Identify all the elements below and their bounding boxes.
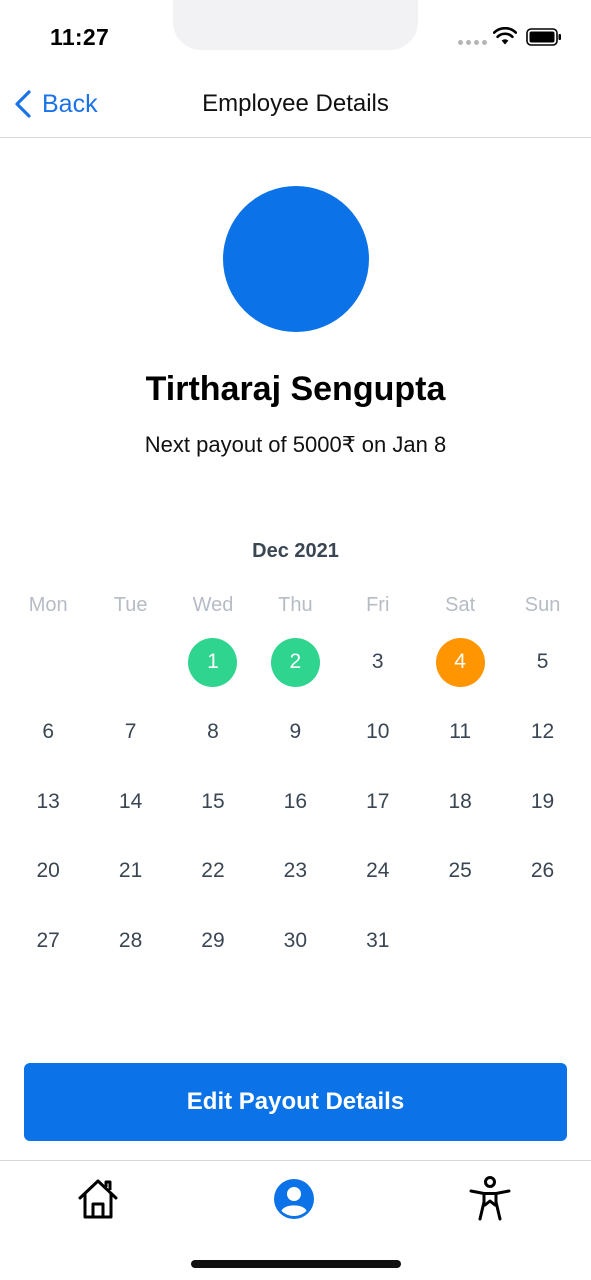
- edit-payout-details-button[interactable]: Edit Payout Details: [24, 1063, 567, 1141]
- calendar-day[interactable]: 21: [89, 845, 171, 897]
- calendar-day[interactable]: 10: [337, 706, 419, 758]
- weekday-label: Tue: [113, 594, 148, 616]
- calendar-day[interactable]: 20: [7, 845, 89, 897]
- weekday-label: Thu: [278, 594, 313, 616]
- calendar-day-number: 8: [207, 719, 219, 743]
- calendar-day-number: 19: [530, 789, 555, 813]
- calendar-day-number: 30: [283, 929, 308, 953]
- calendar-day-number: 10: [366, 719, 390, 743]
- calendar-day-number: 16: [283, 789, 308, 813]
- calendar-day[interactable]: 7: [89, 706, 171, 758]
- calendar-day-number: 7: [124, 719, 137, 743]
- accessibility-icon: [469, 1176, 511, 1221]
- tab-accessibility[interactable]: [466, 1175, 514, 1223]
- weekday-label: Sat: [445, 594, 476, 616]
- calendar-day-number: 3: [371, 650, 384, 673]
- calendar-day-number: 2: [270, 637, 320, 687]
- nav-bar: Back Employee Details: [0, 70, 591, 138]
- calendar-day-number: 26: [530, 859, 555, 883]
- calendar-day-number: 4: [435, 637, 485, 687]
- calendar-day-number: 14: [118, 789, 143, 813]
- home-icon: [78, 1179, 118, 1219]
- calendar-day-number: 29: [201, 929, 225, 953]
- calendar-day-number: 23: [283, 859, 308, 883]
- status-time: 11:27: [50, 24, 110, 50]
- calendar-day-number: 6: [42, 719, 55, 743]
- calendar-weekday-header: Mon Tue Wed Thu Fri Sat Sun: [7, 594, 584, 617]
- calendar-day[interactable]: 6: [7, 706, 89, 758]
- calendar-day[interactable]: 28: [89, 915, 171, 967]
- calendar-day-number: 27: [36, 929, 60, 953]
- calendar-day[interactable]: 4: [419, 636, 501, 688]
- notch: [173, 0, 418, 50]
- weekday-label: Mon: [28, 594, 68, 616]
- calendar-day[interactable]: 15: [172, 776, 254, 828]
- calendar-day-number: 13: [36, 789, 60, 813]
- battery-icon: [526, 28, 561, 46]
- next-payout-text: Next payout of 5000₹ on Jan 8: [144, 432, 447, 457]
- phone-screen: 11:27 Back Employee Details Tirtharaj Se…: [0, 0, 591, 1280]
- calendar-day[interactable]: 26: [501, 845, 583, 897]
- avatar: [223, 186, 369, 332]
- tab-profile[interactable]: [270, 1175, 318, 1223]
- calendar-day[interactable]: 31: [337, 915, 419, 967]
- calendar-day[interactable]: 27: [7, 915, 89, 967]
- calendar-day-number: 25: [448, 859, 472, 883]
- calendar-day[interactable]: 12: [501, 706, 583, 758]
- tab-home[interactable]: [74, 1175, 122, 1223]
- calendar-day[interactable]: 22: [172, 845, 254, 897]
- profile-icon: [274, 1179, 314, 1219]
- calendar-day[interactable]: 8: [172, 706, 254, 758]
- calendar-day-number: 12: [530, 719, 555, 743]
- calendar-day-number: 17: [366, 789, 390, 813]
- calendar-day[interactable]: 9: [254, 706, 336, 758]
- calendar-day[interactable]: 25: [419, 845, 501, 897]
- calendar-day-number: 15: [201, 789, 225, 813]
- calendar-day-number: 11: [449, 719, 472, 743]
- calendar-month-label: Dec 2021: [252, 540, 339, 562]
- calendar-day-number: 1: [188, 637, 238, 687]
- calendar-day[interactable]: 23: [254, 845, 336, 897]
- calendar-day[interactable]: 19: [501, 776, 583, 828]
- signal-icon: [458, 40, 487, 45]
- calendar-day-number: 18: [448, 789, 472, 813]
- calendar-day[interactable]: 24: [337, 845, 419, 897]
- calendar-day[interactable]: 17: [337, 776, 419, 828]
- calendar-day[interactable]: 5: [501, 636, 583, 688]
- calendar-day[interactable]: 11: [419, 706, 501, 758]
- home-indicator: [191, 1260, 401, 1268]
- calendar-day-number: 31: [366, 929, 390, 953]
- calendar-day-number: 22: [201, 859, 225, 883]
- status-bar: 11:27: [0, 0, 591, 70]
- wifi-icon: [493, 27, 517, 45]
- calendar-blank-cell: [7, 636, 89, 688]
- weekday-label: Sun: [524, 594, 561, 616]
- calendar-day-number: 24: [366, 859, 390, 883]
- employee-name: Tirtharaj Sengupta: [145, 370, 446, 408]
- calendar-grid: 1 2 3 4 5 6 7 8 9 10 11 12 13 14 15 16 17 18 19 20 21 22 23 24 2…: [7, 636, 584, 985]
- weekday-label: Wed: [192, 594, 234, 616]
- page-title: Employee Details: [202, 90, 389, 117]
- calendar-day-number: 5: [536, 650, 549, 673]
- calendar-day-number: 28: [118, 929, 143, 953]
- calendar-day-number: 20: [36, 859, 60, 883]
- calendar-day[interactable]: 3: [337, 636, 419, 688]
- calendar-day[interactable]: 2: [254, 636, 336, 688]
- weekday-label: Fri: [366, 594, 390, 616]
- calendar-day[interactable]: 1: [172, 636, 254, 688]
- calendar-day-number: 21: [118, 859, 143, 883]
- calendar-day[interactable]: 16: [254, 776, 336, 828]
- calendar-day[interactable]: 30: [254, 915, 336, 967]
- calendar-blank-cell: [89, 636, 171, 688]
- calendar-day[interactable]: 13: [7, 776, 89, 828]
- calendar-day[interactable]: 29: [172, 915, 254, 967]
- calendar-day[interactable]: 14: [89, 776, 171, 828]
- calendar-day-number: 9: [289, 719, 302, 743]
- calendar-day[interactable]: 18: [419, 776, 501, 828]
